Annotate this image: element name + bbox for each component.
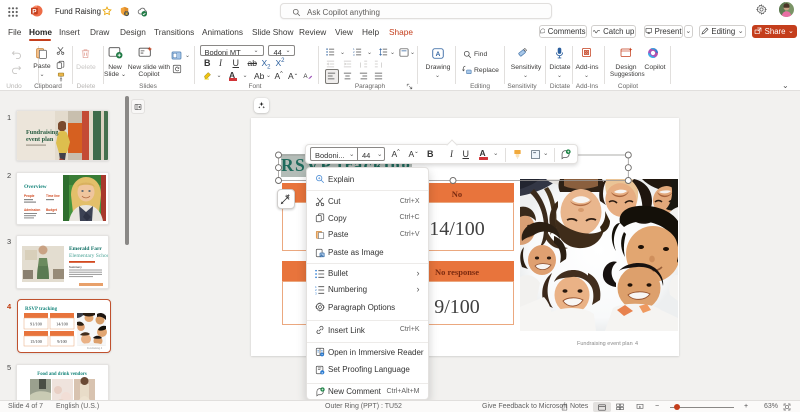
svg-text:3: 3 — [315, 291, 317, 294]
svg-text:9/100: 9/100 — [57, 339, 67, 344]
svg-text:Food and drink vendors: Food and drink vendors — [37, 372, 87, 377]
svg-text:1: 1 — [353, 48, 355, 51]
svg-text:91/100: 91/100 — [30, 322, 42, 327]
svg-text:Fundraising: Fundraising — [26, 129, 59, 136]
svg-text:15/100: 15/100 — [30, 339, 42, 344]
svg-text:event plan: event plan — [26, 136, 54, 143]
svg-text:14/100: 14/100 — [56, 322, 68, 327]
svg-text:Time line: Time line — [46, 194, 60, 198]
svg-text:A: A — [436, 51, 441, 58]
svg-text:3: 3 — [353, 54, 355, 56]
svg-text:Fundraising 4: Fundraising 4 — [87, 347, 103, 350]
svg-text:Budget: Budget — [46, 208, 58, 212]
svg-text:A: A — [303, 73, 308, 80]
svg-text:People: People — [24, 194, 35, 198]
svg-text:P: P — [32, 8, 37, 15]
svg-text:Overview: Overview — [24, 184, 47, 190]
svg-text:RSVP tracking: RSVP tracking — [25, 307, 58, 312]
svg-text:Summary: Summary — [69, 265, 82, 269]
svg-text:Elementary School: Elementary School — [69, 253, 108, 259]
svg-text:Admission: Admission — [24, 208, 40, 212]
svg-text:2: 2 — [353, 51, 355, 54]
svg-text:Emerald Farr: Emerald Farr — [69, 246, 102, 252]
